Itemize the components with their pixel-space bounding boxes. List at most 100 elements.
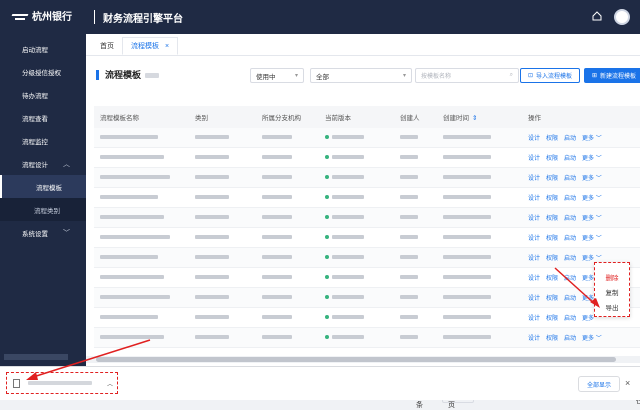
redacted-value — [443, 294, 491, 299]
status-select[interactable]: 使用中 ▾ — [250, 68, 304, 83]
start-link[interactable]: 启动 — [564, 236, 576, 242]
show-all-button[interactable]: 全部显示 — [578, 376, 620, 392]
design-link[interactable]: 设计 — [528, 256, 540, 262]
permission-link[interactable]: 权限 — [546, 256, 558, 262]
redacted-value — [100, 154, 164, 159]
search-input[interactable]: 按模板名称 ⌕ — [415, 68, 519, 83]
more-dropdown[interactable]: 更多 ﹀ — [582, 236, 602, 242]
horizontal-scrollbar[interactable] — [86, 356, 640, 363]
design-link[interactable]: 设计 — [528, 136, 540, 142]
redacted-value — [195, 214, 229, 219]
sidebar-item-design[interactable]: 流程设计 ︿ — [0, 152, 86, 175]
close-icon[interactable]: × — [625, 378, 630, 388]
permission-link[interactable]: 权限 — [546, 176, 558, 182]
more-dropdown[interactable]: 更多 ﹀ — [582, 196, 602, 202]
redacted-value — [400, 134, 418, 139]
more-dropdown[interactable]: 更多 ﹀ — [582, 136, 602, 142]
redacted-value — [443, 334, 491, 339]
sort-icon[interactable]: ⇕ — [472, 115, 477, 122]
scrollbar-thumb[interactable] — [96, 357, 616, 362]
permission-link[interactable]: 权限 — [546, 316, 558, 322]
sidebar-item-monitor[interactable]: 流程监控 — [0, 129, 86, 152]
redacted-value — [332, 314, 364, 319]
status-dot — [325, 134, 329, 139]
start-link[interactable]: 启动 — [564, 216, 576, 222]
design-link[interactable]: 设计 — [528, 316, 540, 322]
permission-link[interactable]: 权限 — [546, 136, 558, 142]
template-table: 流程模板名称 类别 所属分支机构 当前版本 创建人 创建时间 ⇕ 操作 设计 权限启… — [94, 106, 640, 348]
more-dropdown[interactable]: 更多 ﹀ — [582, 156, 602, 162]
sidebar-item-credit-auth[interactable]: 分级授信授权 — [0, 60, 86, 83]
start-link[interactable]: 启动 — [564, 316, 576, 322]
status-dot — [325, 294, 329, 299]
design-link[interactable]: 设计 — [528, 196, 540, 202]
sidebar-item-settings[interactable]: 系统设置 ﹀ — [0, 221, 86, 244]
sidebar-item-template[interactable]: 流程模板 — [0, 175, 86, 198]
sidebar-item-view[interactable]: 流程查看 — [0, 106, 86, 129]
sidebar-item-category[interactable]: 流程类别 — [0, 198, 86, 221]
more-dropdown[interactable]: 更多 ﹀ — [582, 216, 602, 222]
redacted-value — [400, 154, 418, 159]
permission-link[interactable]: 权限 — [546, 276, 558, 282]
redacted-value — [262, 274, 292, 279]
redacted-value — [195, 174, 229, 179]
redacted-value — [195, 194, 229, 199]
redacted-value — [400, 194, 418, 199]
redacted-value — [262, 314, 292, 319]
tab-template[interactable]: 流程模板 × — [122, 37, 179, 55]
design-link[interactable]: 设计 — [528, 276, 540, 282]
design-link[interactable]: 设计 — [528, 336, 540, 342]
permission-link[interactable]: 权限 — [546, 156, 558, 162]
import-button[interactable]: ⊡ 导入流程模板 — [520, 68, 580, 83]
table-row: 设计 权限 启动 更多 ﹀ — [94, 188, 640, 208]
start-link[interactable]: 启动 — [564, 156, 576, 162]
start-link[interactable]: 启动 — [564, 256, 576, 262]
start-link[interactable]: 启动 — [564, 336, 576, 342]
redacted-value — [100, 314, 158, 319]
status-dot — [325, 274, 329, 279]
page-title: 流程模板 — [96, 70, 160, 80]
design-link[interactable]: 设计 — [528, 296, 540, 302]
redacted-value — [262, 294, 292, 299]
home-icon[interactable] — [592, 11, 602, 21]
redacted-value — [443, 134, 491, 139]
more-dropdown[interactable]: 更多 ﹀ — [582, 336, 602, 342]
start-link[interactable]: 启动 — [564, 276, 576, 282]
table-row: 设计 权限 启动 更多 ﹀ — [94, 288, 640, 308]
permission-link[interactable]: 权限 — [546, 236, 558, 242]
permission-link[interactable]: 权限 — [546, 336, 558, 342]
redacted-value — [332, 214, 364, 219]
search-icon[interactable]: ⌕ — [510, 72, 513, 79]
bank-name: 杭州银行 — [32, 11, 72, 23]
chevron-up-icon[interactable]: ︿ — [107, 379, 113, 388]
design-link[interactable]: 设计 — [528, 236, 540, 242]
menu-item-copy[interactable]: 复制 — [595, 284, 629, 299]
permission-link[interactable]: 权限 — [546, 296, 558, 302]
design-link[interactable]: 设计 — [528, 176, 540, 182]
redacted-value — [443, 234, 491, 239]
sidebar-scrollbar[interactable] — [4, 354, 68, 360]
close-icon[interactable]: × — [165, 43, 169, 50]
design-link[interactable]: 设计 — [528, 216, 540, 222]
status-dot — [325, 214, 329, 219]
menu-item-export[interactable]: 导出 — [595, 299, 629, 314]
redacted-value — [100, 214, 164, 219]
menu-item-delete[interactable]: 删除 — [595, 269, 629, 284]
start-link[interactable]: 启动 — [564, 176, 576, 182]
user-avatar[interactable] — [614, 9, 630, 25]
design-link[interactable]: 设计 — [528, 156, 540, 162]
redacted-value — [400, 314, 418, 319]
start-link[interactable]: 启动 — [564, 136, 576, 142]
start-link[interactable]: 启动 — [564, 196, 576, 202]
download-item[interactable]: ︿ — [6, 372, 118, 394]
new-template-button[interactable]: ⊞ 新建流程模板 — [584, 68, 640, 83]
start-link[interactable]: 启动 — [564, 296, 576, 302]
sidebar-item-start-process[interactable]: 启动流程 — [0, 37, 86, 60]
permission-link[interactable]: 权限 — [546, 216, 558, 222]
more-dropdown[interactable]: 更多 ﹀ — [582, 176, 602, 182]
type-select[interactable]: 全部 ▾ — [310, 68, 412, 83]
redacted-value — [100, 234, 170, 239]
sidebar-item-todo[interactable]: 待办流程 — [0, 83, 86, 106]
permission-link[interactable]: 权限 — [546, 196, 558, 202]
tab-home[interactable]: 首页 — [92, 37, 122, 55]
